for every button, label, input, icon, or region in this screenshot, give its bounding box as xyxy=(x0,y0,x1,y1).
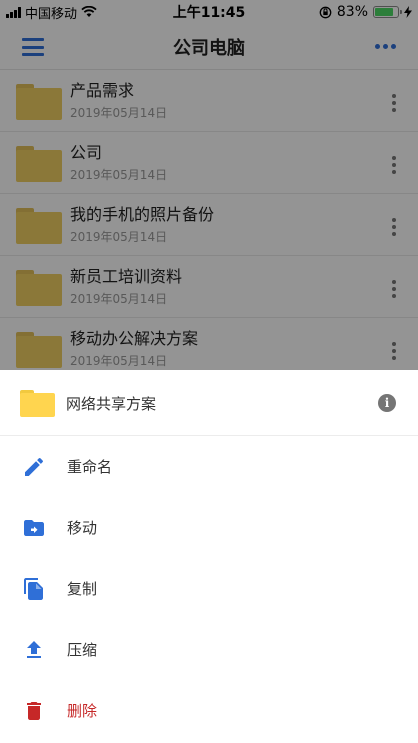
info-icon[interactable]: i xyxy=(378,394,396,412)
folder-icon xyxy=(20,390,55,417)
folder-move-icon xyxy=(24,520,44,536)
delete-label: 删除 xyxy=(67,702,98,720)
copy-action[interactable]: 复制 xyxy=(0,558,418,619)
action-sheet-header: 网络共享方案 i xyxy=(0,370,418,436)
delete-action[interactable]: 删除 xyxy=(0,680,418,741)
trash-icon xyxy=(27,702,41,720)
move-label: 移动 xyxy=(67,519,98,537)
copy-icon xyxy=(24,578,43,600)
upload-icon xyxy=(27,641,41,658)
move-action[interactable]: 移动 xyxy=(0,497,418,558)
compress-action[interactable]: 压缩 xyxy=(0,619,418,680)
rename-action[interactable]: 重命名 xyxy=(0,436,418,497)
rename-label: 重命名 xyxy=(67,458,113,476)
action-sheet: 网络共享方案 i 重命名 移动 复制 压缩 删除 xyxy=(0,370,418,743)
modal-backdrop[interactable] xyxy=(0,0,418,370)
copy-label: 复制 xyxy=(67,580,98,598)
compress-label: 压缩 xyxy=(67,641,98,659)
pencil-icon xyxy=(25,457,43,476)
selected-folder-name: 网络共享方案 xyxy=(66,395,157,413)
